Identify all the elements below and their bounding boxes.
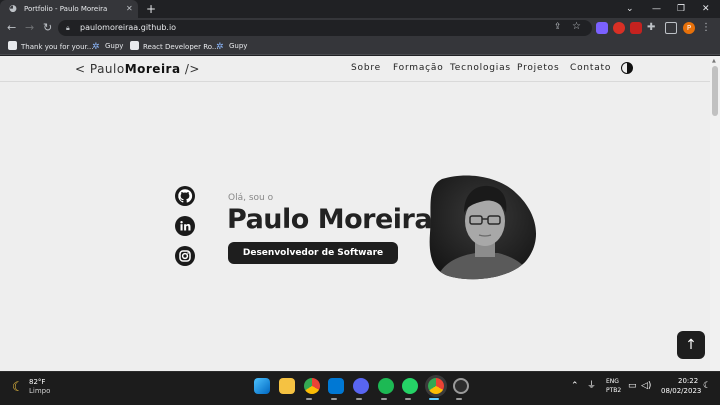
- reload-icon[interactable]: ↻: [43, 21, 52, 35]
- portfolio-page: < PauloMoreira /> Sobre Formação Tecnolo…: [0, 56, 720, 371]
- side-panel-icon[interactable]: [665, 22, 677, 34]
- bookmark-favicon-icon: [8, 41, 17, 50]
- record-extension-icon[interactable]: [630, 22, 642, 34]
- hero-greeting: Olá, sou o: [228, 193, 274, 203]
- lock-icon[interactable]: 🔒︎: [66, 23, 70, 33]
- roadmap-icon: [130, 41, 139, 50]
- discord-icon[interactable]: [353, 378, 369, 394]
- favicon-icon: ◕: [9, 4, 17, 14]
- page-scrollbar[interactable]: ▲: [710, 56, 720, 371]
- browser-tab-strip: ◕ Portfolio - Paulo Moreira ✕ + ⌄ — ❐ ✕: [0, 0, 720, 18]
- weather-condition[interactable]: Limpo: [29, 387, 50, 396]
- moon-weather-icon[interactable]: ☾: [12, 380, 24, 395]
- running-indicator: [331, 398, 337, 400]
- bookmark-item[interactable]: ✲ Gupy: [216, 41, 247, 52]
- linkedin-icon[interactable]: [175, 216, 195, 236]
- minimize-button[interactable]: —: [652, 3, 661, 15]
- share-icon[interactable]: ⇪: [554, 22, 562, 32]
- bookmarks-bar: Thank you for your... ✲ Gupy React Develo…: [0, 38, 720, 55]
- instagram-icon[interactable]: [175, 246, 195, 266]
- browser-toolbar: ← → ↻ 🔒︎ paulomoreiraa.github.io ⇪ ☆ ✚ P…: [0, 18, 720, 38]
- clock-time[interactable]: 20:22: [678, 377, 698, 386]
- maximize-button[interactable]: ❐: [677, 3, 685, 15]
- tab-title: Portfolio - Paulo Moreira: [24, 5, 108, 13]
- extension-icon[interactable]: [596, 22, 608, 34]
- spotify-icon[interactable]: [378, 378, 394, 394]
- running-indicator: [456, 398, 462, 400]
- theme-toggle-icon[interactable]: [621, 62, 633, 74]
- new-tab-button[interactable]: +: [146, 2, 156, 16]
- bookmark-item[interactable]: Thank you for your...: [8, 41, 93, 52]
- github-desktop-icon[interactable]: [453, 378, 469, 394]
- extensions-puzzle-icon[interactable]: ✚: [647, 22, 659, 34]
- address-bar[interactable]: 🔒︎ paulomoreiraa.github.io ⇪ ☆: [58, 20, 592, 36]
- github-icon[interactable]: [175, 186, 195, 206]
- role-badge: Desenvolvedor de Software: [228, 242, 398, 264]
- site-header: < PauloMoreira /> Sobre Formação Tecnolo…: [0, 56, 710, 82]
- nav-contato[interactable]: Contato: [570, 63, 611, 74]
- input-language[interactable]: ENG: [606, 378, 619, 386]
- clock-date[interactable]: 08/02/2023: [661, 387, 701, 396]
- running-indicator: [356, 398, 362, 400]
- hero-name: Paulo Moreira: [227, 204, 433, 235]
- back-to-top-button[interactable]: ↑: [677, 331, 705, 359]
- notification-icon[interactable]: ☾: [703, 380, 711, 392]
- forward-arrow-icon[interactable]: →: [25, 21, 34, 35]
- back-arrow-icon[interactable]: ←: [7, 21, 16, 35]
- tab-close-icon[interactable]: ✕: [126, 4, 133, 14]
- bookmark-star-icon[interactable]: ☆: [572, 21, 581, 32]
- active-indicator: [429, 398, 439, 400]
- keyboard-layout[interactable]: PTB2: [606, 387, 621, 395]
- profile-photo: [429, 175, 537, 280]
- youtube-extension-icon[interactable]: [613, 22, 625, 34]
- profile-avatar[interactable]: P: [683, 22, 695, 34]
- running-indicator: [381, 398, 387, 400]
- chrome-icon[interactable]: [304, 378, 320, 394]
- site-logo[interactable]: < PauloMoreira />: [75, 62, 200, 76]
- menu-dots-icon[interactable]: ⋮: [701, 22, 713, 34]
- file-explorer-icon[interactable]: [279, 378, 295, 394]
- scrollbar-thumb[interactable]: [712, 66, 718, 116]
- nav-projetos[interactable]: Projetos: [517, 63, 559, 74]
- browser-tab[interactable]: ◕ Portfolio - Paulo Moreira ✕: [0, 0, 138, 18]
- show-hidden-icons-icon[interactable]: ⌃: [571, 380, 579, 392]
- nav-tecnologias[interactable]: Tecnologias: [450, 63, 511, 74]
- whatsapp-icon[interactable]: [402, 378, 418, 394]
- bookmark-item[interactable]: React Developer Ro...: [130, 41, 219, 52]
- url-text[interactable]: paulomoreiraa.github.io: [80, 23, 176, 33]
- gupy-icon: ✲: [216, 42, 224, 52]
- volume-icon[interactable]: ◁): [641, 380, 651, 392]
- nav-formacao[interactable]: Formação: [393, 63, 444, 74]
- running-indicator: [306, 398, 312, 400]
- close-window-button[interactable]: ✕: [702, 3, 710, 15]
- nav-sobre[interactable]: Sobre: [351, 63, 381, 74]
- windows-taskbar: ☾ 82°F Limpo ⌃ ⏚ ENG PTB2 ▭ ◁) 20:22 08/…: [0, 371, 720, 405]
- start-windows-icon[interactable]: [254, 378, 270, 394]
- bookmark-item[interactable]: ✲ Gupy: [92, 41, 123, 52]
- running-indicator: [405, 398, 411, 400]
- scroll-up-arrow-icon[interactable]: ▲: [712, 58, 716, 64]
- tab-search-icon[interactable]: ⌄: [626, 3, 634, 15]
- chrome-active-icon[interactable]: [428, 378, 444, 394]
- microphone-icon[interactable]: ⏚: [587, 380, 596, 392]
- weather-temperature[interactable]: 82°F: [29, 378, 45, 387]
- network-icon[interactable]: ▭: [628, 380, 637, 392]
- gupy-icon: ✲: [92, 42, 100, 52]
- vscode-icon[interactable]: [328, 378, 344, 394]
